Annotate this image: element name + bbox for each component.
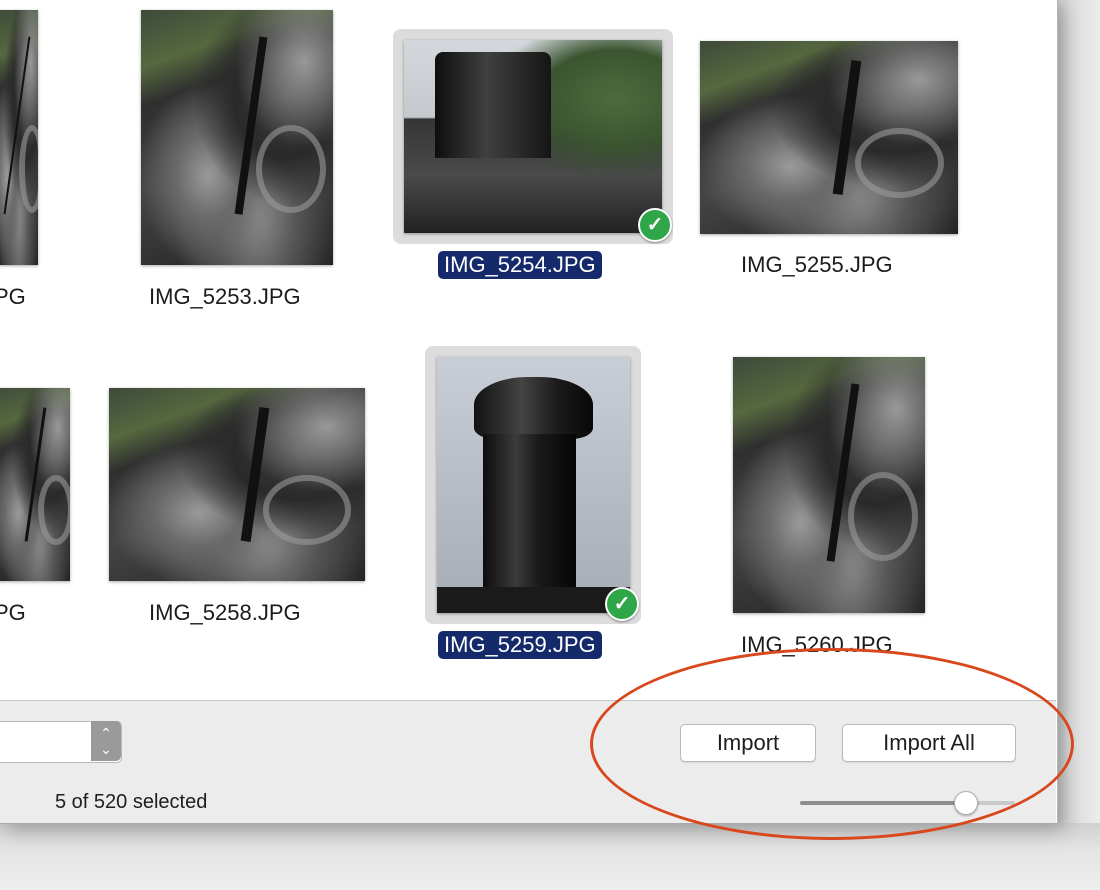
checkmark-icon: ✓ (638, 208, 672, 242)
photo-filename: IMG_5253.JPG (149, 284, 301, 309)
desktop-backdrop-bottom (0, 823, 1100, 890)
photo-filename: IMG_5260.JPG (741, 632, 893, 657)
photo-thumbnail[interactable] (141, 10, 333, 265)
zoom-slider-track[interactable] (800, 801, 1015, 805)
photo-filename-selected: IMG_5259.JPG (438, 631, 602, 659)
photo-content (483, 433, 576, 593)
photo-thumbnail-partial[interactable] (0, 10, 38, 265)
photo-filename-selected: IMG_5254.JPG (438, 251, 602, 279)
photo-filename-partial: PG (0, 600, 26, 625)
import-button[interactable]: Import (680, 724, 816, 762)
photo-thumbnail[interactable] (109, 388, 365, 581)
photo-grid[interactable]: PG IMG_5253.JPG ✓ IMG_5254.JPG IMG_5255.… (0, 0, 1056, 700)
photo-filename: IMG_5258.JPG (149, 600, 301, 625)
import-all-button[interactable]: Import All (842, 724, 1016, 762)
photo-thumbnail[interactable] (733, 357, 925, 613)
photo-thumbnail[interactable] (700, 41, 958, 234)
photo-thumbnail-partial[interactable] (0, 388, 70, 581)
photo-thumbnail-selected[interactable] (404, 40, 662, 233)
zoom-slider-knob[interactable] (954, 791, 978, 815)
photo-thumbnail-selected[interactable] (437, 357, 630, 613)
desktop-backdrop (1057, 0, 1100, 890)
photo-filename-partial: PG (0, 284, 26, 309)
chevron-updown-icon[interactable]: ⌃ ⌄ (91, 721, 121, 761)
destination-popup[interactable]: ⌃ ⌄ (0, 721, 122, 763)
selection-status: 5 of 520 selected (55, 791, 208, 813)
checkmark-icon: ✓ (605, 587, 639, 621)
import-window: PG IMG_5253.JPG ✓ IMG_5254.JPG IMG_5255.… (0, 0, 1058, 824)
bottom-toolbar: ⌃ ⌄ 5 of 520 selected Import Import All (0, 700, 1056, 823)
photo-content (437, 587, 630, 613)
photo-filename: IMG_5255.JPG (741, 252, 893, 277)
photo-content (434, 51, 552, 158)
photo-content (473, 377, 594, 439)
